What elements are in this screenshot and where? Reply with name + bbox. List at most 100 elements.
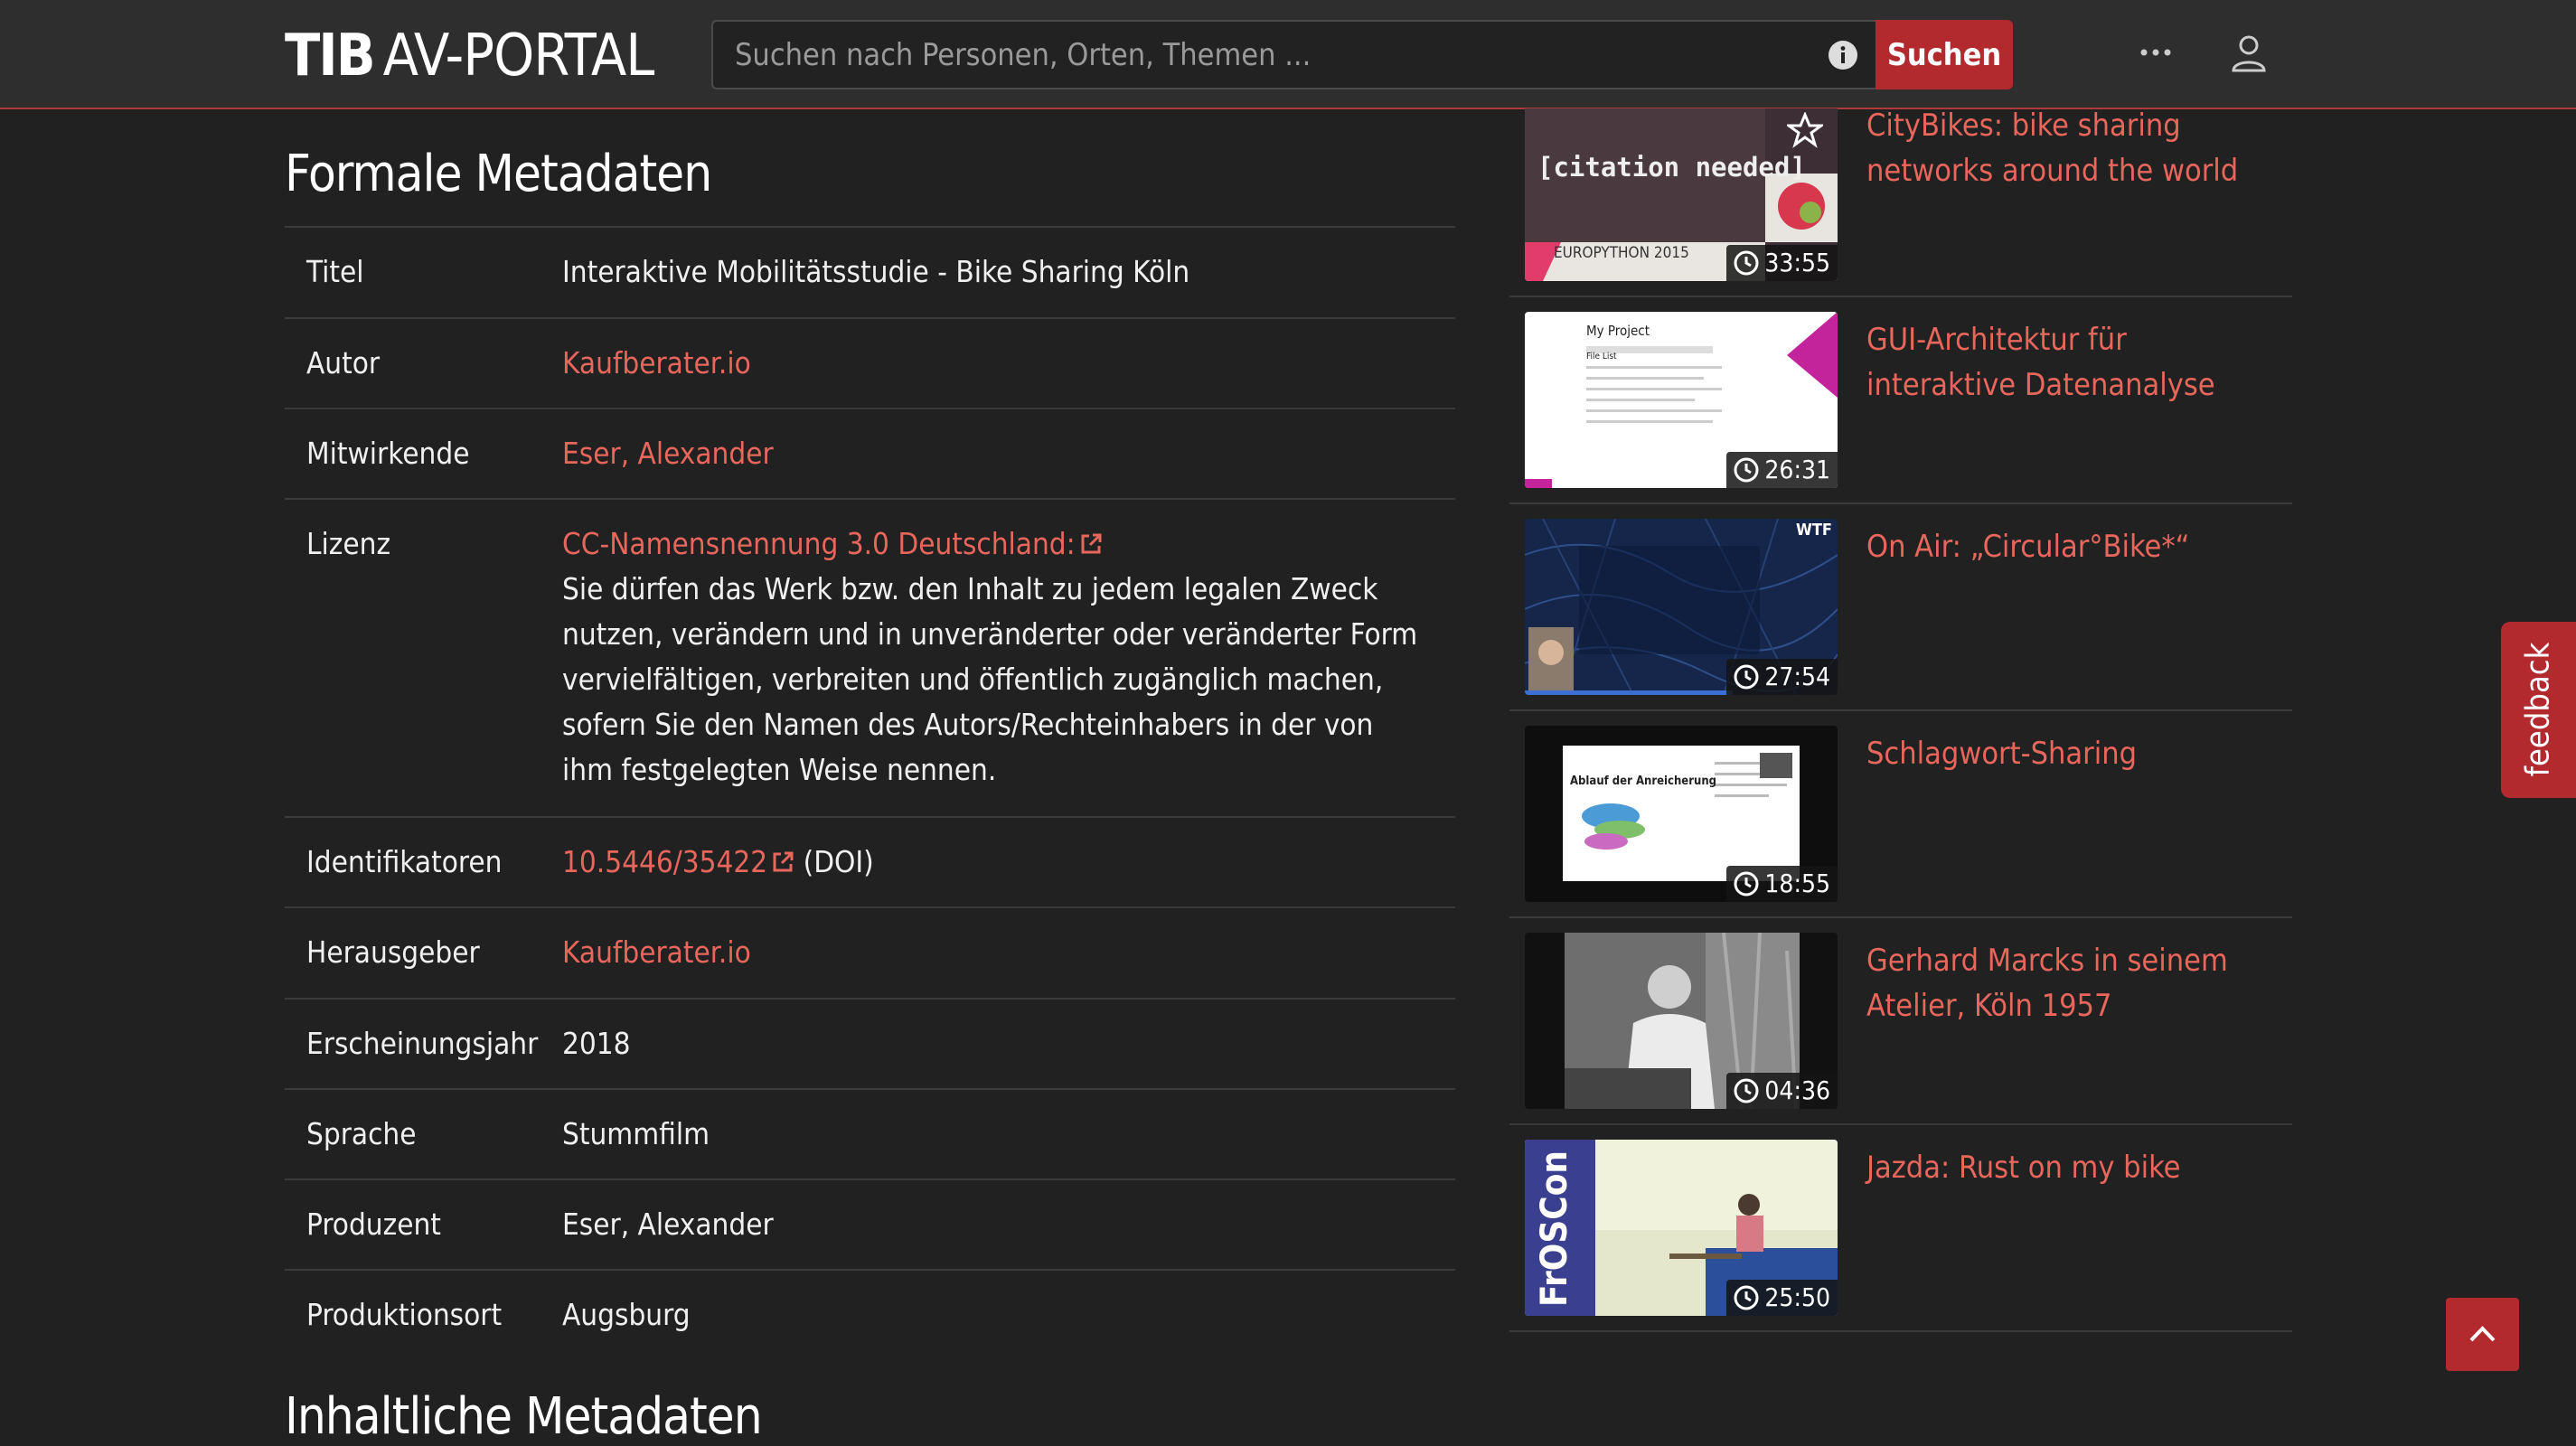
table-row: Autor Kaufberater.io — [285, 317, 1455, 408]
list-item[interactable]: Ablauf der Anreicherung 18:55 Schlagwort… — [1509, 711, 2292, 918]
thumbnail-caption: File List — [1586, 352, 1617, 362]
table-row: Produktionsort Augsburg — [285, 1269, 1455, 1359]
video-thumbnail[interactable]: WTF 27:54 — [1525, 519, 1838, 695]
row-label: Autor — [306, 345, 381, 380]
chevron-up-icon — [2469, 1326, 2496, 1342]
duration-text: 04:36 — [1764, 1075, 1830, 1105]
table-row: Mitwirkende Eser, Alexander — [285, 408, 1455, 498]
clock-icon — [1734, 1078, 1759, 1103]
row-label: Herausgeber — [306, 934, 480, 970]
video-thumbnail[interactable]: [citation needed] EUROPYTHON 2015 33:55 — [1525, 108, 1838, 281]
duration-badge: 18:55 — [1726, 866, 1838, 902]
table-row: Produzent Eser, Alexander — [285, 1178, 1455, 1269]
doi-link-text: 10.5446/35422 — [562, 844, 768, 879]
more-options-icon[interactable] — [2139, 43, 2172, 61]
thumbnail-text: WTF — [1796, 521, 1832, 540]
duration-text: 25:50 — [1764, 1282, 1830, 1312]
author-link[interactable]: Kaufberater.io — [562, 341, 1430, 386]
license-link[interactable]: CC-Namensnennung 3.0 Deutschland: — [562, 526, 1103, 561]
video-title-link[interactable]: Schlagwort-Sharing — [1866, 731, 2282, 776]
feedback-label: feedback — [2519, 642, 2557, 777]
logo-av-portal: AV-PORTAL — [382, 23, 655, 89]
row-value: Stummfilm — [562, 1116, 710, 1151]
search-input[interactable] — [713, 22, 1780, 88]
logo-tib: TIB — [285, 23, 376, 89]
table-row: Erscheinungsjahr 2018 — [285, 998, 1455, 1088]
duration-badge: 27:54 — [1726, 659, 1838, 695]
star-icon[interactable] — [1787, 112, 1823, 148]
external-link-icon — [1081, 533, 1102, 554]
row-label: Produzent — [306, 1207, 441, 1242]
list-item[interactable]: WTF 27:54 On Air: „Circular°Bike*“ — [1509, 504, 2292, 711]
row-value: 2018 — [562, 1026, 631, 1061]
row-value: Eser, Alexander — [562, 1207, 774, 1242]
duration-text: 27:54 — [1764, 662, 1830, 691]
video-thumbnail[interactable]: FrOSCon 25:50 — [1525, 1140, 1838, 1316]
video-thumbnail[interactable]: Ablauf der Anreicherung 18:55 — [1525, 726, 1838, 902]
duration-badge: 25:50 — [1726, 1280, 1838, 1316]
external-link-icon — [773, 851, 794, 872]
list-item[interactable]: 04:36 Gerhard Marcks in seinem Atelier, … — [1509, 918, 2292, 1125]
row-label: Erscheinungsjahr — [306, 1026, 539, 1061]
table-row: Sprache Stummfilm — [285, 1088, 1455, 1178]
table-row: Lizenz CC-Namensnennung 3.0 Deutschland:… — [285, 498, 1455, 816]
clock-icon — [1734, 664, 1759, 690]
thumbnail-text: Ablauf der Anreicherung — [1570, 775, 1717, 788]
list-item[interactable]: My Project File List 26:31 GUI-Architekt… — [1509, 297, 2292, 504]
row-value: Augsburg — [562, 1297, 691, 1332]
search-box — [711, 20, 1877, 89]
identifier-value: 10.5446/35422 (DOI) — [562, 840, 1430, 885]
clock-icon — [1734, 250, 1759, 276]
video-title-link[interactable]: CityBikes: bike sharing networks around … — [1866, 103, 2282, 193]
duration-badge: 33:55 — [1726, 245, 1838, 281]
search-button[interactable]: Suchen — [1876, 20, 2013, 89]
publisher-link[interactable]: Kaufberater.io — [562, 930, 1430, 975]
thumbnail-text: My Project — [1586, 323, 1650, 339]
scroll-to-top-button[interactable] — [2446, 1298, 2519, 1371]
table-row: Identifikatoren 10.5446/35422 (DOI) — [285, 816, 1455, 906]
table-row: Titel Interaktive Mobilitätsstudie - Bik… — [285, 226, 1455, 317]
license-link-text: CC-Namensnennung 3.0 Deutschland: — [562, 526, 1076, 561]
duration-text: 26:31 — [1764, 455, 1830, 484]
feedback-tab[interactable]: feedback — [2501, 622, 2576, 798]
duration-text: 33:55 — [1764, 248, 1830, 277]
duration-text: 18:55 — [1764, 869, 1830, 898]
doi-link[interactable]: 10.5446/35422 — [562, 844, 794, 879]
video-thumbnail[interactable]: My Project File List 26:31 — [1525, 312, 1838, 488]
row-label: Identifikatoren — [306, 844, 503, 879]
clock-icon — [1734, 1285, 1759, 1310]
video-thumbnail[interactable]: 04:36 — [1525, 933, 1838, 1109]
clock-icon — [1734, 871, 1759, 897]
row-label: Sprache — [306, 1116, 417, 1151]
contributor-link[interactable]: Eser, Alexander — [562, 431, 1430, 476]
video-title-link[interactable]: Gerhard Marcks in seinem Atelier, Köln 1… — [1866, 938, 2282, 1028]
license-value: CC-Namensnennung 3.0 Deutschland: Sie dü… — [562, 521, 1430, 793]
row-label: Mitwirkende — [306, 436, 470, 471]
site-logo[interactable]: TIB AV-PORTAL — [285, 20, 655, 92]
clock-icon — [1734, 457, 1759, 483]
list-item[interactable]: [citation needed] EUROPYTHON 2015 33:55 … — [1509, 108, 2292, 297]
user-account-icon[interactable] — [2231, 34, 2267, 72]
top-navbar: TIB AV-PORTAL Suchen — [0, 0, 2576, 109]
related-videos-list: [citation needed] EUROPYTHON 2015 33:55 … — [1509, 108, 2292, 1332]
row-label: Lizenz — [306, 526, 391, 561]
thumbnail-text: FrOSCon — [1534, 1150, 1575, 1307]
row-label: Produktionsort — [306, 1297, 503, 1332]
thumbnail-text: [citation needed] — [1537, 152, 1806, 183]
row-value: Interaktive Mobilitätsstudie - Bike Shar… — [562, 254, 1190, 289]
video-title-link[interactable]: On Air: „Circular°Bike*“ — [1866, 524, 2282, 569]
doi-suffix: (DOI) — [803, 844, 874, 879]
row-label: Titel — [306, 254, 364, 289]
table-row: Herausgeber Kaufberater.io — [285, 906, 1455, 998]
content-metadata-heading: Inhaltliche Metadaten — [285, 1387, 763, 1446]
formal-metadata-table: Titel Interaktive Mobilitätsstudie - Bik… — [285, 226, 1455, 1359]
thumbnail-caption: EUROPYTHON 2015 — [1554, 244, 1689, 262]
video-title-link[interactable]: GUI-Architektur für interaktive Datenana… — [1866, 317, 2282, 408]
info-icon[interactable] — [1828, 40, 1858, 70]
list-item[interactable]: FrOSCon 25:50 Jazda: Rust on my bike — [1509, 1125, 2292, 1332]
formal-metadata-heading: Formale Metadaten — [285, 145, 712, 203]
duration-badge: 04:36 — [1726, 1073, 1838, 1109]
license-description: Sie dürfen das Werk bzw. den Inhalt zu j… — [562, 571, 1418, 787]
duration-badge: 26:31 — [1726, 452, 1838, 488]
video-title-link[interactable]: Jazda: Rust on my bike — [1866, 1145, 2282, 1190]
